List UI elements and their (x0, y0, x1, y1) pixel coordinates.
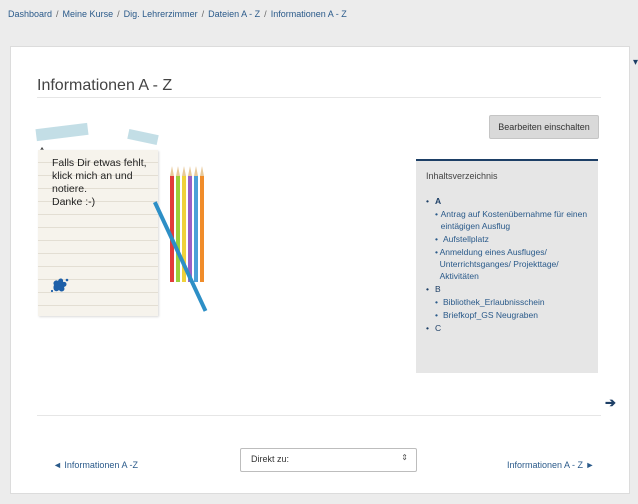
table-of-contents-block: Inhaltsverzeichnis • A • Antrag auf Kosten… (416, 159, 598, 373)
toc-item[interactable]: • Anmeldung eines Ausfluges/ Unterrichtsg… (426, 246, 594, 282)
note-text[interactable]: Falls Dir etwas fehlt, klick mich an und… (52, 157, 147, 209)
chevron-down-icon[interactable]: ▾ (633, 56, 638, 70)
toc-item[interactable]: • Briefkopf_GS Neugraben (426, 309, 594, 321)
previous-activity-link[interactable]: ◄ Informationen A -Z (53, 460, 138, 470)
toc-title: Inhaltsverzeichnis (426, 171, 498, 181)
toc-list: • A • Antrag auf Kostenübernahme für einen… (426, 195, 594, 335)
toc-item[interactable]: • Antrag auf Kostenübernahme für einen ei… (426, 208, 594, 232)
breadcrumb: Dashboard / Meine Kurse / Dig. Lehrerzimmer /… (8, 9, 347, 19)
breadcrumb-item-lehrerzimmer[interactable]: Dig. Lehrerzimmer (124, 9, 198, 19)
breadcrumb-item-meine-kurse[interactable]: Meine Kurse (63, 9, 114, 19)
pencil-green (176, 166, 180, 282)
page-title: Informationen A - Z (37, 77, 173, 94)
chevron-updown-icon: ⇕ (401, 453, 408, 462)
breadcrumb-item-dashboard[interactable]: Dashboard (8, 9, 52, 19)
jump-to-select[interactable]: Direkt zu: ⇕ (240, 448, 417, 472)
breadcrumb-separator: / (56, 9, 59, 19)
pencil-purple (188, 166, 192, 282)
breadcrumb-separator: / (201, 9, 205, 19)
next-activity-link[interactable]: Informationen A - Z ► (507, 460, 594, 470)
divider (37, 415, 601, 416)
pencils-illustration (170, 162, 210, 290)
edit-mode-button[interactable]: Bearbeiten einschalten (489, 115, 599, 139)
pencil-blue (194, 166, 198, 282)
arrow-right-icon[interactable]: ➔ (605, 395, 616, 411)
breadcrumb-item-dateien[interactable]: Dateien A - Z (208, 9, 260, 19)
toc-section-c[interactable]: • C (426, 322, 594, 334)
toc-section-a[interactable]: • A (426, 195, 594, 207)
toc-section-b[interactable]: • B (426, 283, 594, 295)
ink-splash-icon (50, 278, 69, 293)
toc-item[interactable]: • Aufstellplatz (426, 233, 594, 245)
toc-item[interactable]: • Bibliothek_Erlaubnisschein (426, 296, 594, 308)
pencil-red (170, 166, 174, 282)
breadcrumb-separator: / (264, 9, 267, 19)
jump-to-placeholder: Direkt zu: (251, 454, 290, 464)
pencil-orange (200, 166, 204, 282)
divider (37, 97, 601, 98)
breadcrumb-item-current[interactable]: Informationen A - Z (271, 9, 347, 19)
breadcrumb-separator: / (117, 9, 120, 19)
